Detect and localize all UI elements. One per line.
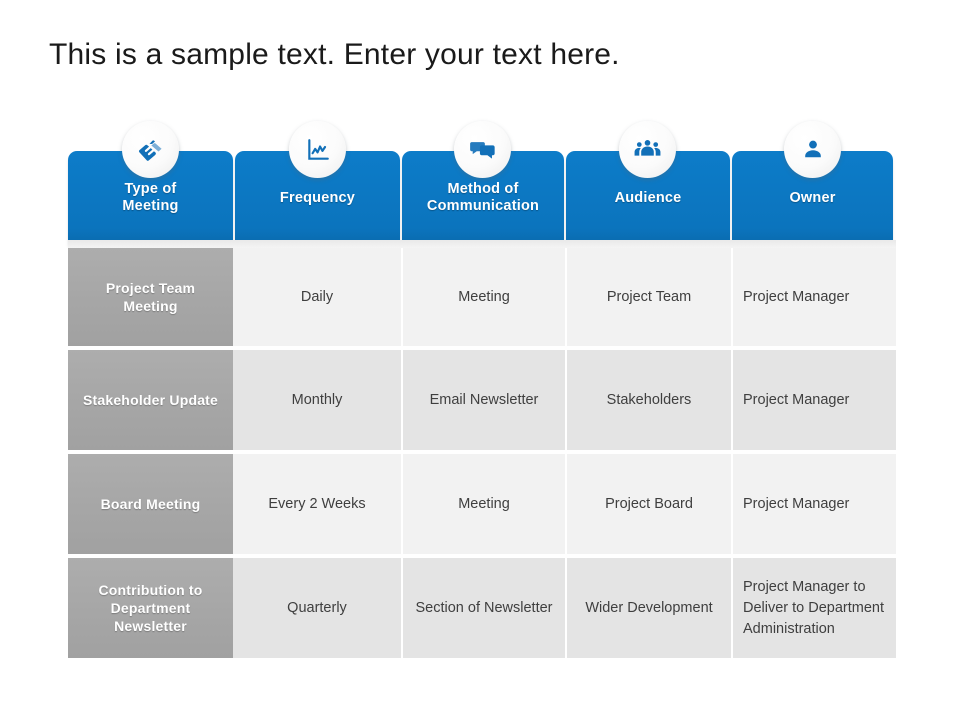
page-title: This is a sample text. Enter your text h…: [49, 38, 620, 71]
cell-owner: Project Manager: [733, 350, 896, 450]
cell-audience: Wider Development: [567, 558, 731, 658]
cell-owner: Project Manager: [733, 248, 896, 346]
table-row[interactable]: Contribution to Department Newsletter Qu…: [68, 558, 896, 658]
column-header-label: Audience: [614, 189, 682, 206]
cell-audience: Stakeholders: [567, 350, 731, 450]
cell-frequency: Daily: [233, 248, 401, 346]
column-header-type-of-meeting[interactable]: Type of Meeting: [68, 121, 233, 245]
cell-method-of-communication: Section of Newsletter: [403, 558, 565, 658]
column-header-method-of-communication[interactable]: Method of Communication: [402, 121, 564, 245]
row-label-cell: Contribution to Department Newsletter: [68, 558, 233, 658]
row-label-cell: Project Team Meeting: [68, 248, 233, 346]
table-row[interactable]: Stakeholder Update Monthly Email Newslet…: [68, 350, 896, 450]
cell-method-of-communication: Meeting: [403, 454, 565, 554]
cell-frequency: Monthly: [233, 350, 401, 450]
cell-method-of-communication: Meeting: [403, 248, 565, 346]
column-header-owner[interactable]: Owner: [732, 121, 893, 245]
table-row[interactable]: Project Team Meeting Daily Meeting Proje…: [68, 248, 896, 346]
person-icon: [784, 121, 841, 178]
communication-plan-table: Type of Meeting Frequency Method of Commun…: [68, 119, 896, 667]
column-header-audience[interactable]: Audience: [566, 121, 730, 245]
column-header-frequency[interactable]: Frequency: [235, 121, 400, 245]
handshake-icon: [122, 121, 179, 178]
row-label-cell: Stakeholder Update: [68, 350, 233, 450]
cell-audience: Project Board: [567, 454, 731, 554]
column-header-label: Type of Meeting: [122, 181, 179, 214]
table-body: Project Team Meeting Daily Meeting Proje…: [68, 240, 896, 667]
cell-frequency: Every 2 Weeks: [233, 454, 401, 554]
cell-frequency: Quarterly: [233, 558, 401, 658]
line-chart-icon: [289, 121, 346, 178]
body-top-shade: [68, 240, 896, 248]
people-group-icon: [619, 121, 676, 178]
column-header-label: Method of Communication: [426, 181, 540, 214]
cell-audience: Project Team: [567, 248, 731, 346]
table-row[interactable]: Board Meeting Every 2 Weeks Meeting Proj…: [68, 454, 896, 554]
cell-owner: Project Manager to Deliver to Department…: [733, 558, 896, 658]
cell-owner: Project Manager: [733, 454, 896, 554]
column-header-label: Owner: [789, 189, 836, 206]
row-label-cell: Board Meeting: [68, 454, 233, 554]
column-header-label: Frequency: [279, 189, 356, 206]
cell-method-of-communication: Email Newsletter: [403, 350, 565, 450]
chat-bubbles-icon: [454, 121, 511, 178]
